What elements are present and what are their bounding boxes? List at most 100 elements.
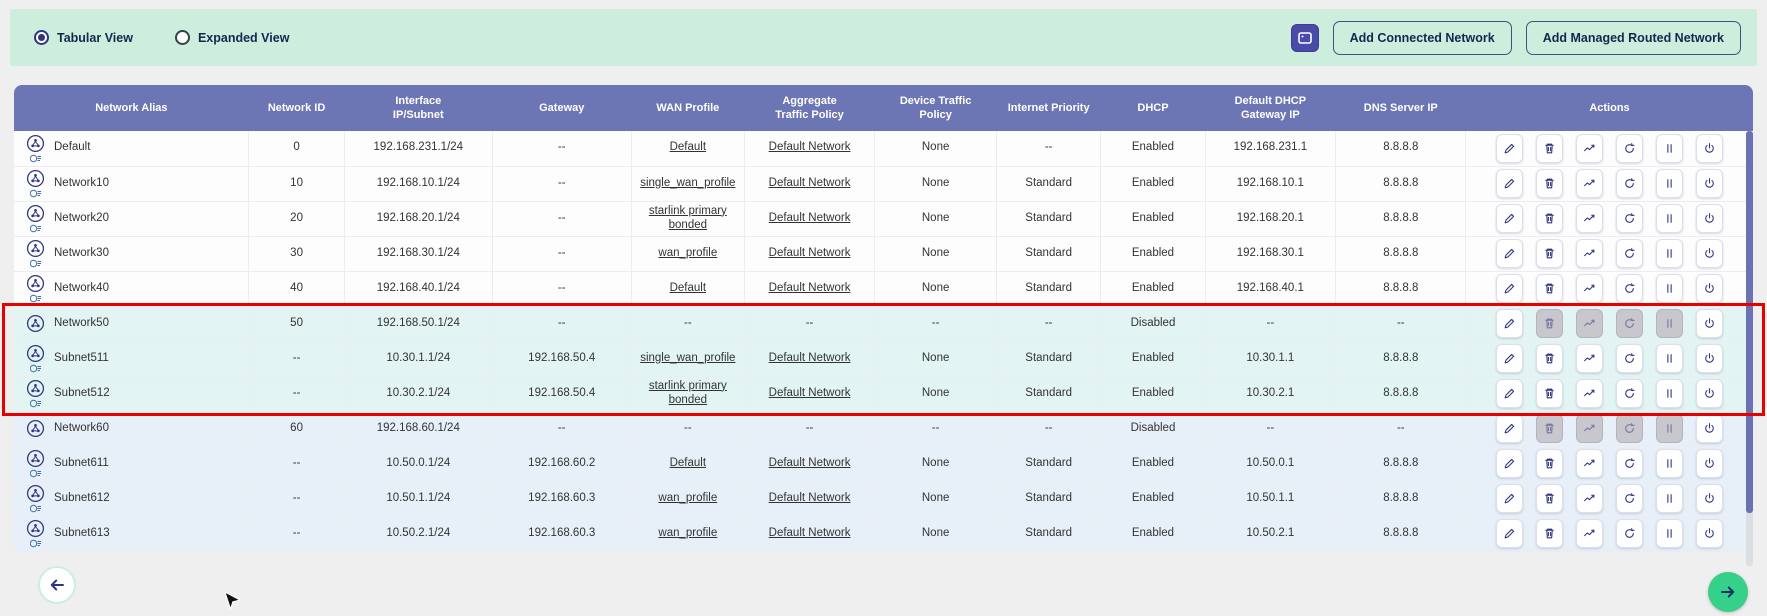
scrollbar-thumb[interactable]: [1746, 131, 1753, 513]
edit-action-button[interactable]: [1496, 344, 1523, 373]
aggregate-policy-link[interactable]: Default Network: [769, 212, 851, 224]
edit-action-button[interactable]: [1496, 274, 1523, 303]
power-action-button[interactable]: [1696, 484, 1723, 513]
stats-action-button[interactable]: [1576, 519, 1603, 548]
reset-action-button[interactable]: [1616, 134, 1643, 163]
wan-profile-link[interactable]: starlink primary bonded: [649, 380, 727, 406]
power-action-button[interactable]: [1696, 204, 1723, 233]
power-action-button[interactable]: [1696, 274, 1723, 303]
edit-action-button[interactable]: [1496, 449, 1523, 478]
edit-action-button[interactable]: [1496, 239, 1523, 268]
delete-action-button[interactable]: [1536, 239, 1563, 268]
radio-selected-icon[interactable]: [34, 30, 49, 45]
cell-wan-profile[interactable]: wan_profile: [631, 516, 744, 551]
reset-action-button[interactable]: [1616, 274, 1643, 303]
cell-aggregate-traffic-policy[interactable]: Default Network: [744, 481, 874, 516]
wan-profile-link[interactable]: single_wan_profile: [640, 352, 735, 364]
power-action-button[interactable]: [1696, 169, 1723, 198]
pause-action-button[interactable]: [1656, 379, 1683, 408]
reset-action-button[interactable]: [1616, 484, 1643, 513]
stats-action-button[interactable]: [1576, 274, 1603, 303]
cell-wan-profile[interactable]: Default: [631, 446, 744, 481]
stats-action-button[interactable]: [1576, 484, 1603, 513]
add-managed-routed-network-button[interactable]: Add Managed Routed Network: [1526, 21, 1741, 55]
power-action-button[interactable]: [1696, 309, 1723, 338]
reset-action-button[interactable]: [1616, 169, 1643, 198]
wan-profile-link[interactable]: single_wan_profile: [640, 177, 735, 189]
delete-action-button[interactable]: [1536, 519, 1563, 548]
delete-action-button[interactable]: [1536, 379, 1563, 408]
pause-action-button[interactable]: [1656, 169, 1683, 198]
cell-wan-profile[interactable]: starlink primary bonded: [631, 201, 744, 236]
pause-action-button[interactable]: [1656, 449, 1683, 478]
cell-aggregate-traffic-policy[interactable]: Default Network: [744, 446, 874, 481]
wan-profile-link[interactable]: Default: [670, 141, 706, 153]
reset-action-button[interactable]: [1616, 344, 1643, 373]
reset-action-button[interactable]: [1616, 204, 1643, 233]
wan-profile-link[interactable]: starlink primary bonded: [649, 205, 727, 231]
power-action-button[interactable]: [1696, 449, 1723, 478]
pause-action-button[interactable]: [1656, 344, 1683, 373]
pause-action-button[interactable]: [1656, 204, 1683, 233]
reset-action-button[interactable]: [1616, 519, 1643, 548]
edit-action-button[interactable]: [1496, 519, 1523, 548]
cell-wan-profile[interactable]: wan_profile: [631, 236, 744, 271]
power-action-button[interactable]: [1696, 414, 1723, 443]
wan-profile-link[interactable]: wan_profile: [658, 527, 717, 539]
add-connected-network-button[interactable]: Add Connected Network: [1333, 21, 1512, 55]
power-action-button[interactable]: [1696, 134, 1723, 163]
aggregate-policy-link[interactable]: Default Network: [769, 247, 851, 259]
pause-action-button[interactable]: [1656, 134, 1683, 163]
edit-action-button[interactable]: [1496, 414, 1523, 443]
wan-profile-link[interactable]: Default: [670, 282, 706, 294]
tabular-view-radio[interactable]: Tabular View: [34, 30, 133, 45]
cell-aggregate-traffic-policy[interactable]: Default Network: [744, 201, 874, 236]
stats-action-button[interactable]: [1576, 169, 1603, 198]
stats-action-button[interactable]: [1576, 204, 1603, 233]
wan-profile-link[interactable]: Default: [670, 457, 706, 469]
aggregate-policy-link[interactable]: Default Network: [769, 457, 851, 469]
power-action-button[interactable]: [1696, 344, 1723, 373]
next-page-button[interactable]: [1708, 572, 1748, 612]
cell-wan-profile[interactable]: Default: [631, 271, 744, 306]
wan-profile-link[interactable]: wan_profile: [658, 247, 717, 259]
edit-action-button[interactable]: [1496, 134, 1523, 163]
power-action-button[interactable]: [1696, 379, 1723, 408]
cell-wan-profile[interactable]: single_wan_profile: [631, 166, 744, 201]
cell-aggregate-traffic-policy[interactable]: Default Network: [744, 516, 874, 551]
cell-aggregate-traffic-policy[interactable]: Default Network: [744, 166, 874, 201]
radio-unselected-icon[interactable]: [175, 30, 190, 45]
pause-action-button[interactable]: [1656, 484, 1683, 513]
cell-aggregate-traffic-policy[interactable]: Default Network: [744, 341, 874, 376]
cell-wan-profile[interactable]: starlink primary bonded: [631, 376, 744, 411]
stats-action-button[interactable]: [1576, 239, 1603, 268]
reset-action-button[interactable]: [1616, 239, 1643, 268]
pause-action-button[interactable]: [1656, 519, 1683, 548]
stats-action-button[interactable]: [1576, 134, 1603, 163]
edit-action-button[interactable]: [1496, 169, 1523, 198]
previous-page-button[interactable]: [38, 566, 76, 604]
aggregate-policy-link[interactable]: Default Network: [769, 282, 851, 294]
delete-action-button[interactable]: [1536, 449, 1563, 478]
delete-action-button[interactable]: [1536, 204, 1563, 233]
cell-aggregate-traffic-policy[interactable]: Default Network: [744, 236, 874, 271]
cell-wan-profile[interactable]: wan_profile: [631, 481, 744, 516]
cell-aggregate-traffic-policy[interactable]: Default Network: [744, 376, 874, 411]
cell-wan-profile[interactable]: single_wan_profile: [631, 341, 744, 376]
aggregate-policy-link[interactable]: Default Network: [769, 141, 851, 153]
pause-action-button[interactable]: [1656, 274, 1683, 303]
cell-wan-profile[interactable]: Default: [631, 131, 744, 166]
aggregate-policy-link[interactable]: Default Network: [769, 527, 851, 539]
stats-action-button[interactable]: [1576, 344, 1603, 373]
aggregate-policy-link[interactable]: Default Network: [769, 352, 851, 364]
cell-aggregate-traffic-policy[interactable]: Default Network: [744, 271, 874, 306]
edit-action-button[interactable]: [1496, 484, 1523, 513]
delete-action-button[interactable]: [1536, 169, 1563, 198]
delete-action-button[interactable]: [1536, 344, 1563, 373]
stats-action-button[interactable]: [1576, 379, 1603, 408]
edit-action-button[interactable]: [1496, 204, 1523, 233]
aggregate-policy-link[interactable]: Default Network: [769, 177, 851, 189]
wan-profile-link[interactable]: wan_profile: [658, 492, 717, 504]
edit-action-button[interactable]: [1496, 379, 1523, 408]
edit-action-button[interactable]: [1496, 309, 1523, 338]
